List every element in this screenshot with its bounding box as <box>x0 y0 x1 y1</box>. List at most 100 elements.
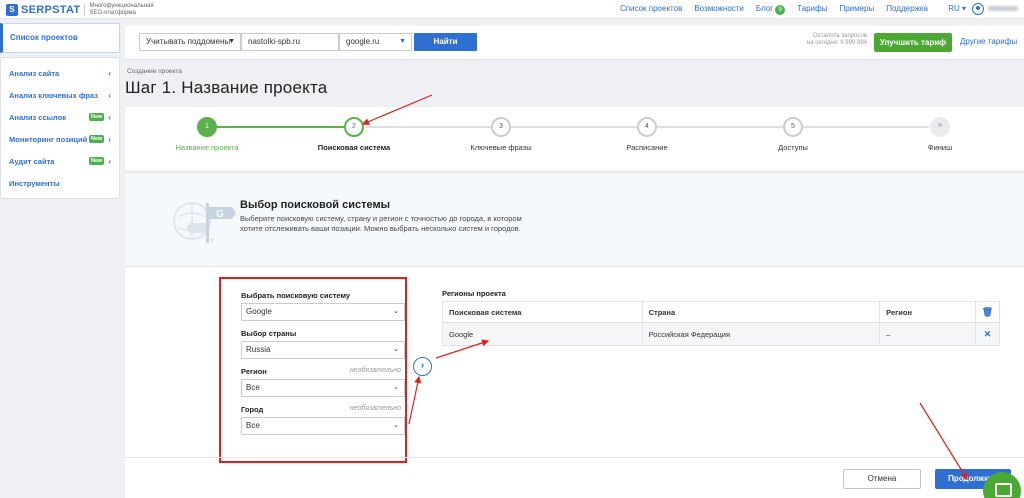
engine-select[interactable]: Google ⌄ <box>241 303 405 321</box>
city-select-value: Все <box>246 421 260 430</box>
engine-select-value: Google <box>246 307 272 316</box>
step-connector <box>803 126 929 128</box>
blog-count-badge: 9 <box>775 5 786 15</box>
logo-divider <box>84 3 86 16</box>
upgrade-plan-button[interactable]: Улучшить тариф <box>874 33 952 52</box>
svg-text:Y: Y <box>210 238 215 245</box>
close-icon[interactable]: ✕ <box>984 329 992 339</box>
chevron-left-icon: ‹ <box>108 90 111 100</box>
sidebar-item-label: Мониторинг позиций <box>9 134 88 144</box>
search-engine-select[interactable]: google.ru ▼ <box>339 33 412 51</box>
user-name-blurred[interactable] <box>988 6 1018 11</box>
country-select[interactable]: Russia ⌄ <box>241 341 405 359</box>
engine-intro: G Y Выбор поисковой системы Выберите пои… <box>125 173 1024 267</box>
nav-examples-link[interactable]: Примеры <box>839 4 874 15</box>
logo-tagline: Многофункциональная SEO-платформа <box>89 3 154 16</box>
sidebar-item-tools[interactable]: Инструменты <box>1 172 119 194</box>
step-connector <box>217 126 344 128</box>
city-label: Город <box>241 405 264 414</box>
step-1-circle[interactable]: 1 <box>197 117 217 137</box>
column-header: Регион <box>879 301 976 323</box>
chevron-left-icon: ‹ <box>108 68 111 78</box>
column-header: Страна <box>641 301 881 323</box>
logo-mark-icon: S <box>6 3 18 16</box>
chevron-down-icon: ⌄ <box>393 384 399 391</box>
footer-divider <box>125 457 1024 458</box>
nav-blog-label: Блог <box>755 4 774 13</box>
sidebar-item-backlinks[interactable]: Анализ ссылок New ‹ <box>1 106 119 128</box>
step-5-label: Доступы <box>778 143 808 152</box>
city-select[interactable]: Все ⌄ <box>241 417 405 435</box>
table-row: Google Российская Федерация – ✕ <box>442 322 1000 346</box>
table-header-row: Поисковая система Страна Регион 🗑 <box>442 301 1000 323</box>
sidebar-menu: Анализ сайта ‹ Анализ ключевых фраз ‹ Ан… <box>0 57 120 199</box>
engine-label: Выбрать поисковую систему <box>241 291 351 300</box>
sidebar-item-label: Инструменты <box>9 178 60 188</box>
chevron-left-icon: ‹ <box>108 156 111 166</box>
sidebar-item-rank-tracker[interactable]: Мониторинг позиций New ‹ <box>1 128 119 150</box>
region-select-value: Все <box>246 383 260 392</box>
row-country: Российская Федерация <box>641 322 881 346</box>
sidebar-item-label: Анализ сайта <box>9 68 60 78</box>
breadcrumb[interactable]: Создание проекта <box>127 68 182 75</box>
other-plans-link[interactable]: Другие тарифы <box>960 37 1017 46</box>
nav-support-link[interactable]: Поддержка <box>886 4 928 15</box>
step-1-label: Название проекта <box>175 143 239 152</box>
region-label: Регион <box>241 367 267 376</box>
domain-value: nastolki-spb.ru <box>248 37 301 46</box>
search-engine-value: google.ru <box>346 37 380 46</box>
step-5-circle: 5 <box>783 117 803 137</box>
chevron-left-icon: ‹ <box>108 134 111 144</box>
country-select-value: Russia <box>246 345 271 354</box>
new-badge: New <box>89 157 105 165</box>
nav-features-link[interactable]: Возможности <box>694 4 744 15</box>
sidebar-item-projects[interactable]: Список проектов <box>0 23 120 53</box>
chevron-down-icon: ⌄ <box>393 346 399 353</box>
user-avatar-icon[interactable] <box>972 3 984 15</box>
cancel-button[interactable]: Отмена <box>843 469 921 489</box>
step-connector <box>511 126 637 128</box>
top-bar: S SERPSTAT Многофункциональная SEO-платф… <box>0 0 1024 19</box>
step-2-circle[interactable]: 2 <box>344 117 364 137</box>
step-4-label: Расписание <box>626 143 668 152</box>
sidebar: Список проектов Анализ сайта ‹ Анализ кл… <box>0 20 120 498</box>
chevron-down-icon: ▼ <box>228 38 235 45</box>
nav-projects-link[interactable]: Список проектов <box>620 4 682 15</box>
remove-row-cell: ✕ <box>975 322 1000 346</box>
nav-pricing-link[interactable]: Тарифы <box>797 4 827 15</box>
city-optional-note: необязательно <box>349 405 401 412</box>
row-engine: Google <box>442 322 643 346</box>
nav-blog-link[interactable]: Блог 9 <box>755 4 786 15</box>
region-optional-note: необязательно <box>349 367 401 374</box>
engine-section-title: Выбор поисковой системы <box>240 199 390 211</box>
add-region-arrow-button[interactable]: › <box>413 357 432 376</box>
sidebar-item-label: Анализ ключевых фраз <box>9 90 98 100</box>
region-select[interactable]: Все ⌄ <box>241 379 405 397</box>
chevron-left-icon: ‹ <box>108 112 111 122</box>
limits-line-2: на сегодня: 9 999 994 <box>806 40 867 46</box>
sidebar-item-site-audit[interactable]: Аудит сайта New ‹ <box>1 150 119 172</box>
chevron-down-icon: ⌄ <box>393 308 399 315</box>
sidebar-item-site-analysis[interactable]: Анализ сайта ‹ <box>1 62 119 84</box>
find-button[interactable]: Найти <box>414 33 477 51</box>
query-limits: Осталось запросов на сегодня: 9 999 994 <box>749 33 867 47</box>
delete-all-cell: 🗑 <box>975 301 1000 323</box>
subdomains-select[interactable]: Учитывать поддомены ▼ <box>139 33 241 51</box>
search-bar: Учитывать поддомены ▼ nastolki-spb.ru go… <box>125 26 1024 60</box>
domain-input[interactable]: nastolki-spb.ru <box>241 33 339 51</box>
page-title: Шаг 1. Название проекта <box>125 78 328 97</box>
country-label: Выбор страны <box>241 329 297 338</box>
step-3-label: Ключевые фразы <box>470 143 532 152</box>
globe-signpost-icon: G Y <box>173 202 236 245</box>
serpstat-logo[interactable]: S SERPSTAT Многофункциональная SEO-платф… <box>6 3 159 16</box>
language-switcher[interactable]: RU ▾ <box>948 4 966 13</box>
sidebar-item-keyword-analysis[interactable]: Анализ ключевых фраз ‹ <box>1 84 119 106</box>
engine-section-description: Выберите поисковую систему, страну и рег… <box>240 214 522 233</box>
regions-title: Регионы проекта <box>442 289 506 298</box>
sidebar-item-label: Аудит сайта <box>9 156 55 166</box>
finish-flag-icon: ⚑ <box>930 117 950 137</box>
trash-icon[interactable]: 🗑 <box>982 307 993 317</box>
chevron-down-icon: ▼ <box>399 38 406 45</box>
limits-line-1: Осталось запросов <box>813 33 867 39</box>
top-navigation: Список проектов Возможности Блог 9 Тарифы… <box>620 4 928 15</box>
